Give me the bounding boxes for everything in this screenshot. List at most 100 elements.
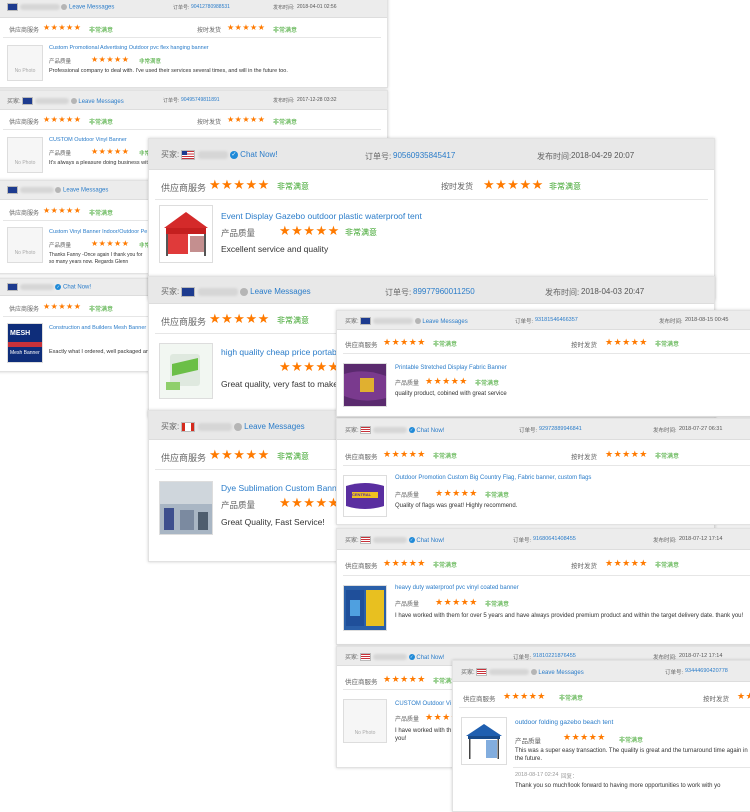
supplier-service-label: 供应商服务 [463, 696, 496, 703]
product-link[interactable]: high quality cheap price portable [221, 347, 343, 357]
chat-now-link[interactable]: Chat Now! [240, 150, 277, 159]
product-quality-stars: ★★★★★ [435, 597, 478, 607]
product-quality-label: 产品质量 [395, 717, 420, 723]
no-photo-thumbnail[interactable]: No Photo [343, 699, 387, 743]
supplier-service-rating: 非常满意 [89, 211, 114, 217]
leave-messages-link[interactable]: Leave Messages [78, 99, 123, 105]
on-time-label: 按时发货 [571, 563, 597, 570]
product-link[interactable]: CUSTOM Outdoor Vinyl Banner [49, 137, 127, 143]
leave-messages-link[interactable]: Leave Messages [63, 188, 108, 194]
product-quality-rating: 非常满意 [485, 493, 510, 499]
product-link[interactable]: Custom Promotional Advertising Outdoor p… [49, 45, 209, 51]
leave-message-icon[interactable] [530, 669, 537, 676]
supplier-service-label: 供应商服务 [345, 454, 378, 461]
order-label: 订单号: [515, 319, 534, 325]
product-link[interactable]: Dye Sublimation Custom Banner [221, 483, 344, 493]
time-label: 发布时间: [653, 428, 677, 434]
on-time-stars: ★★★★★ [483, 177, 544, 192]
buyer-name [373, 654, 408, 661]
leave-messages-link[interactable]: Leave Messages [422, 319, 467, 325]
product-quality-label: 产品质量 [221, 228, 256, 238]
no-photo-thumbnail[interactable]: No Photo [7, 137, 43, 173]
on-time-stars: ★★★★★ [737, 691, 750, 701]
divider [343, 575, 750, 576]
buyer-name [35, 98, 70, 105]
no-photo-thumbnail[interactable]: No Photo [7, 227, 43, 263]
on-time-stars: ★★★★★ [605, 558, 648, 568]
product-quality-rating: 非常满意 [345, 228, 377, 237]
chat-now-link[interactable]: Chat Now! [416, 655, 444, 661]
leave-message-icon[interactable] [55, 187, 62, 193]
leave-message-icon[interactable] [414, 318, 421, 325]
product-link[interactable]: Outdoor Promotion Custom Big Country Fla… [395, 475, 591, 481]
us-flag-icon [476, 668, 488, 677]
product-quality-label: 产品质量 [49, 151, 72, 157]
leave-messages-link[interactable]: Leave Messages [244, 422, 304, 431]
reply-time: 2018-08-17 02:24 [515, 772, 559, 778]
product-link[interactable]: Printable Stretched Display Fabric Banne… [395, 365, 507, 371]
product-quality-label: 产品质量 [49, 59, 72, 65]
supplier-service-stars: ★★★★★ [43, 206, 82, 215]
order-number[interactable]: 93444690420778 [685, 668, 728, 674]
leave-message-icon[interactable] [239, 287, 248, 296]
leave-message-icon[interactable] [233, 422, 242, 431]
chat-icon[interactable]: ✓ [408, 427, 415, 434]
order-number[interactable]: 89977960011250 [413, 287, 475, 296]
vinyl-banner-thumbnail[interactable] [343, 585, 387, 631]
order-number[interactable]: 91680641408455 [533, 536, 576, 542]
fabric-banner-thumbnail[interactable] [343, 363, 387, 407]
time-label: 发布时间: [659, 319, 683, 325]
reply-label: 回复： [561, 774, 578, 780]
order-number[interactable]: 90412780988531 [191, 4, 230, 10]
chat-icon[interactable]: ✓ [55, 284, 62, 290]
leave-messages-link[interactable]: Leave Messages [538, 670, 583, 676]
review-comment: quality product, cobined with great serv… [395, 391, 507, 397]
product-link[interactable]: Event Display Gazebo outdoor plastic wat… [221, 211, 422, 221]
chat-icon[interactable]: ✓ [408, 654, 415, 661]
chat-now-link[interactable]: Chat Now! [416, 428, 444, 434]
product-link[interactable]: Construction and Builders Mesh Banner [49, 325, 146, 331]
order-number[interactable]: 90560935845417 [393, 151, 455, 160]
mesh-banner-thumbnail[interactable]: MESH Mesh Banner [7, 323, 43, 363]
country-flag-thumbnail[interactable]: CENTRAL [343, 475, 387, 517]
display-stand-thumbnail[interactable] [159, 343, 213, 399]
on-time-rating: 非常满意 [655, 563, 680, 569]
product-quality-label: 产品质量 [515, 738, 541, 745]
supplier-service-rating: 非常满意 [89, 28, 114, 34]
order-label: 订单号: [173, 5, 190, 11]
product-link[interactable]: Custom Vinyl Banner Indoor/Outdoor Pe [49, 229, 147, 235]
order-number[interactable]: 91810221876455 [533, 653, 576, 659]
leave-messages-link[interactable]: Leave Messages [250, 287, 310, 296]
product-quality-rating: 非常满意 [475, 381, 500, 387]
red-tent-thumbnail[interactable] [159, 205, 213, 263]
leave-message-icon[interactable] [70, 98, 77, 105]
order-number[interactable]: 92972889946841 [539, 426, 582, 432]
review-comment: Professional company to deal with. I've … [49, 68, 288, 74]
supplier-service-stars: ★★★★★ [43, 23, 82, 32]
leave-message-icon[interactable] [61, 4, 68, 10]
order-label: 订单号: [665, 670, 684, 676]
leave-messages-link[interactable]: Leave Messages [69, 5, 114, 11]
supplier-service-stars: ★★★★★ [209, 177, 270, 192]
no-photo-thumbnail[interactable]: No Photo [7, 45, 43, 81]
supplier-service-label: 供应商服务 [9, 28, 40, 34]
buyer-name [19, 187, 54, 193]
divider [343, 353, 750, 354]
review-comment: Great Quality, Fast Service! [221, 517, 325, 527]
order-number[interactable]: 90495749811891 [181, 97, 220, 103]
chat-icon[interactable]: ✓ [408, 537, 415, 544]
beach-tent-thumbnail[interactable] [461, 717, 507, 765]
supplier-service-label: 供应商服务 [345, 342, 378, 349]
sublimation-banner-thumbnail[interactable] [159, 481, 213, 535]
product-link[interactable]: heavy duty waterproof pvc vinyl coated b… [395, 585, 519, 591]
chat-icon[interactable]: ✓ [229, 150, 238, 159]
product-link[interactable]: CUSTOM Outdoor Vi [395, 701, 451, 707]
product-link[interactable]: outdoor folding gazebo beach tent [515, 719, 613, 726]
buyer-name [489, 669, 530, 676]
product-quality-stars: ★★★★★ [279, 223, 340, 238]
review-card-9: 买家: ✓ Chat Now! 订单号: 92972889946841 发布时间… [336, 418, 750, 525]
order-number[interactable]: 93181546466357 [535, 317, 578, 323]
review-card-10: 买家: ✓ Chat Now! 订单号: 91680641408455 发布时间… [336, 528, 750, 645]
chat-now-link[interactable]: Chat Now! [416, 538, 444, 544]
chat-now-link[interactable]: Chat Now! [63, 285, 91, 291]
